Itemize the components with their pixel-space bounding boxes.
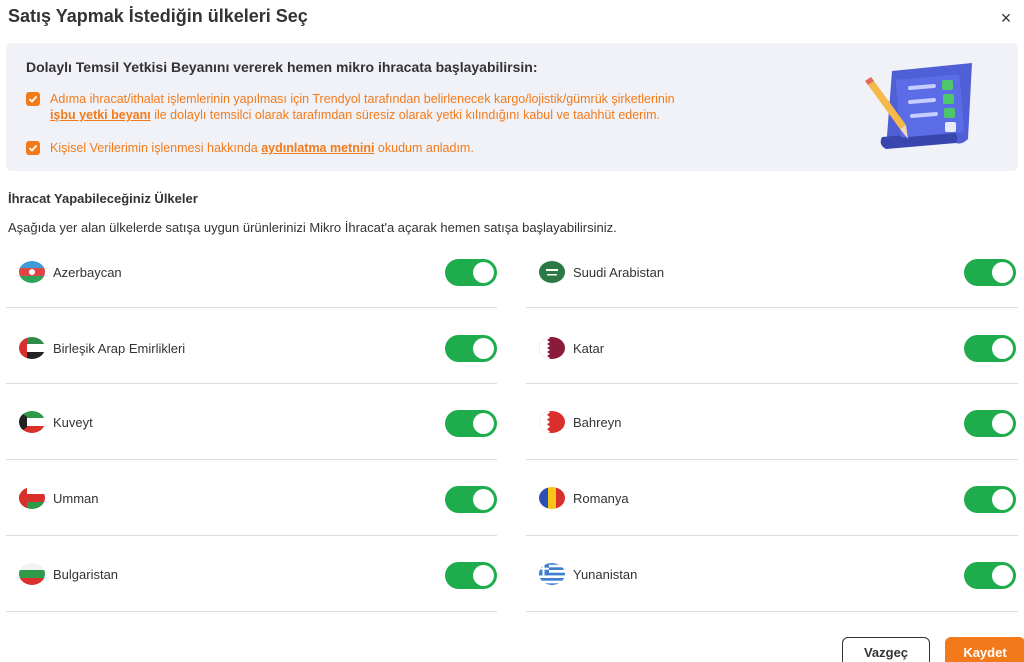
consent-text-1: Adıma ihracat/ithalat işlemlerinin yapıl… [50,91,850,123]
country-name: Bulgaristan [53,567,119,582]
close-icon[interactable]: × [996,8,1016,28]
cancel-button[interactable]: Vazgeç [842,637,930,662]
row-divider [526,611,1018,612]
country-row-kuwait: Kuveyt [6,384,497,460]
country-name: Yunanistan [573,567,638,582]
consent-2-post: okudum anladım. [377,141,474,155]
country-name: Azerbaycan [53,265,122,280]
info-title: Dolaylı Temsil Yetkisi Beyanını vererek … [26,59,538,75]
country-toggle[interactable] [964,486,1016,513]
country-row-qatar: Katar [526,308,1018,384]
country-row-azerbaijan: Azerbaycan [6,232,497,308]
consent-checkbox-2[interactable] [26,141,40,155]
country-toggle[interactable] [964,335,1016,362]
country-name: Umman [53,491,99,506]
country-row-saudi: Suudi Arabistan [526,232,1018,308]
uae-flag-icon [19,337,45,359]
consent-1-line1: Adıma ihracat/ithalat işlemlerinin yapıl… [50,92,675,106]
consent-2-pre: Kişisel Verilerimin işlenmesi hakkında [50,141,262,155]
check-icon [28,95,38,103]
country-toggle[interactable] [964,562,1016,589]
check-icon [28,144,38,152]
authority-declaration-link[interactable]: işbu yetki beyanı [50,108,151,122]
country-name: Bahreyn [573,415,622,430]
country-name: Katar [573,341,605,356]
country-toggle[interactable] [964,259,1016,286]
romania-flag-icon [539,487,565,509]
consent-text-2: Kişisel Verilerimin işlenmesi hakkında a… [50,140,474,156]
country-row-greece: Yunanistan [526,536,1018,612]
bulgaria-flag-icon [19,563,45,585]
country-row-bahrain: Bahreyn [526,384,1018,460]
country-toggle[interactable] [445,562,497,589]
country-name: Suudi Arabistan [573,265,665,280]
clarification-text-link[interactable]: aydınlatma metnini [261,141,374,155]
country-name: Romanya [573,491,629,506]
country-row-bulgaria: Bulgaristan [6,536,497,612]
countries-section-title: İhracat Yapabileceğiniz Ülkeler [8,191,198,206]
modal-header: Satış Yapmak İstediğin ülkeleri Seç × [8,6,1018,32]
azerbaijan-flag-icon [19,261,45,283]
consent-checkbox-1[interactable] [26,92,40,106]
kuwait-flag-icon [19,411,45,433]
bahrain-flag-icon [539,411,565,433]
saudi-flag-icon [539,261,565,283]
country-row-uae: Birleşik Arap Emirlikleri [6,308,497,384]
representation-info-box: Dolaylı Temsil Yetkisi Beyanını vererek … [6,43,1018,171]
country-toggle[interactable] [445,486,497,513]
country-name: Kuveyt [53,415,93,430]
country-toggle[interactable] [445,335,497,362]
country-toggle[interactable] [445,259,497,286]
modal-title: Satış Yapmak İstediğin ülkeleri Seç [8,6,308,26]
oman-flag-icon [19,487,45,509]
country-toggle[interactable] [964,410,1016,437]
country-toggle[interactable] [445,410,497,437]
document-checklist-icon [865,63,972,149]
consent-1-rest: ile dolaylı temsilci olarak tarafımdan s… [150,108,660,122]
country-row-oman: Umman [6,460,497,536]
greece-flag-icon [539,563,565,585]
country-name: Birleşik Arap Emirlikleri [53,341,186,356]
qatar-flag-icon [539,337,565,359]
row-divider [6,611,497,612]
save-button[interactable]: Kaydet [945,637,1024,662]
country-row-romania: Romanya [526,460,1018,536]
